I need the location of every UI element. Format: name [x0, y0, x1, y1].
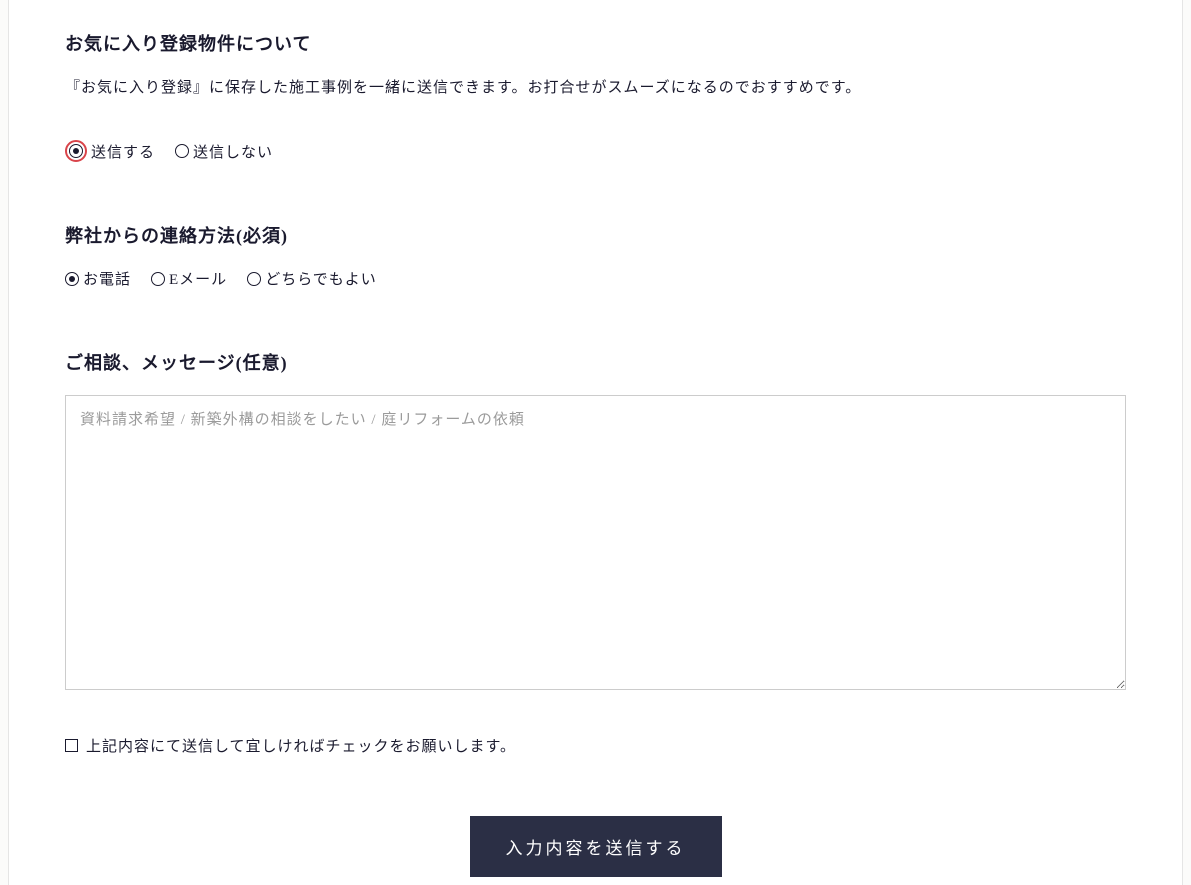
message-textarea[interactable]: [65, 395, 1126, 690]
message-heading: ご相談、メッセージ(任意): [65, 349, 1126, 375]
radio-highlight-circle[interactable]: [65, 140, 87, 162]
message-section: ご相談、メッセージ(任意): [9, 349, 1182, 695]
favorites-radio-dont-send-label: 送信しない: [193, 141, 273, 162]
radio-icon: [175, 144, 189, 158]
favorites-radio-send-label: 送信する: [91, 141, 155, 162]
confirm-checkbox-label: 上記内容にて送信して宜しければチェックをお願いします。: [86, 735, 516, 756]
submit-button[interactable]: 入力内容を送信する: [470, 816, 722, 877]
radio-icon: [247, 272, 261, 286]
favorites-radio-dont-send[interactable]: 送信しない: [175, 141, 273, 162]
contact-radio-phone[interactable]: お電話: [65, 268, 131, 289]
radio-icon: [151, 272, 165, 286]
radio-icon: [69, 144, 83, 158]
contact-radio-phone-label: お電話: [83, 268, 131, 289]
contact-method-radio-group: お電話 Eメール どちらでもよい: [65, 268, 1126, 289]
confirm-checkbox-row[interactable]: 上記内容にて送信して宜しければチェックをお願いします。: [9, 735, 1182, 756]
contact-radio-email-label: Eメール: [169, 268, 227, 289]
checkbox-icon[interactable]: [65, 739, 78, 752]
form-container: お気に入り登録物件について 『お気に入り登録』に保存した施工事例を一緒に送信でき…: [8, 0, 1183, 885]
favorites-description: 『お気に入り登録』に保存した施工事例を一緒に送信できます。お打合せがスムーズにな…: [65, 76, 1126, 100]
favorites-section: お気に入り登録物件について 『お気に入り登録』に保存した施工事例を一緒に送信でき…: [9, 30, 1182, 162]
radio-icon: [65, 272, 79, 286]
favorites-radio-send[interactable]: 送信する: [65, 140, 155, 162]
contact-method-heading: 弊社からの連絡方法(必須): [65, 222, 1126, 248]
contact-radio-either[interactable]: どちらでもよい: [247, 268, 377, 289]
favorites-radio-group: 送信する 送信しない: [65, 140, 1126, 162]
submit-row: 入力内容を送信する: [9, 816, 1182, 877]
contact-method-section: 弊社からの連絡方法(必須) お電話 Eメール どちらでもよい: [9, 222, 1182, 289]
contact-radio-either-label: どちらでもよい: [265, 268, 377, 289]
contact-radio-email[interactable]: Eメール: [151, 268, 227, 289]
favorites-heading: お気に入り登録物件について: [65, 30, 1126, 56]
